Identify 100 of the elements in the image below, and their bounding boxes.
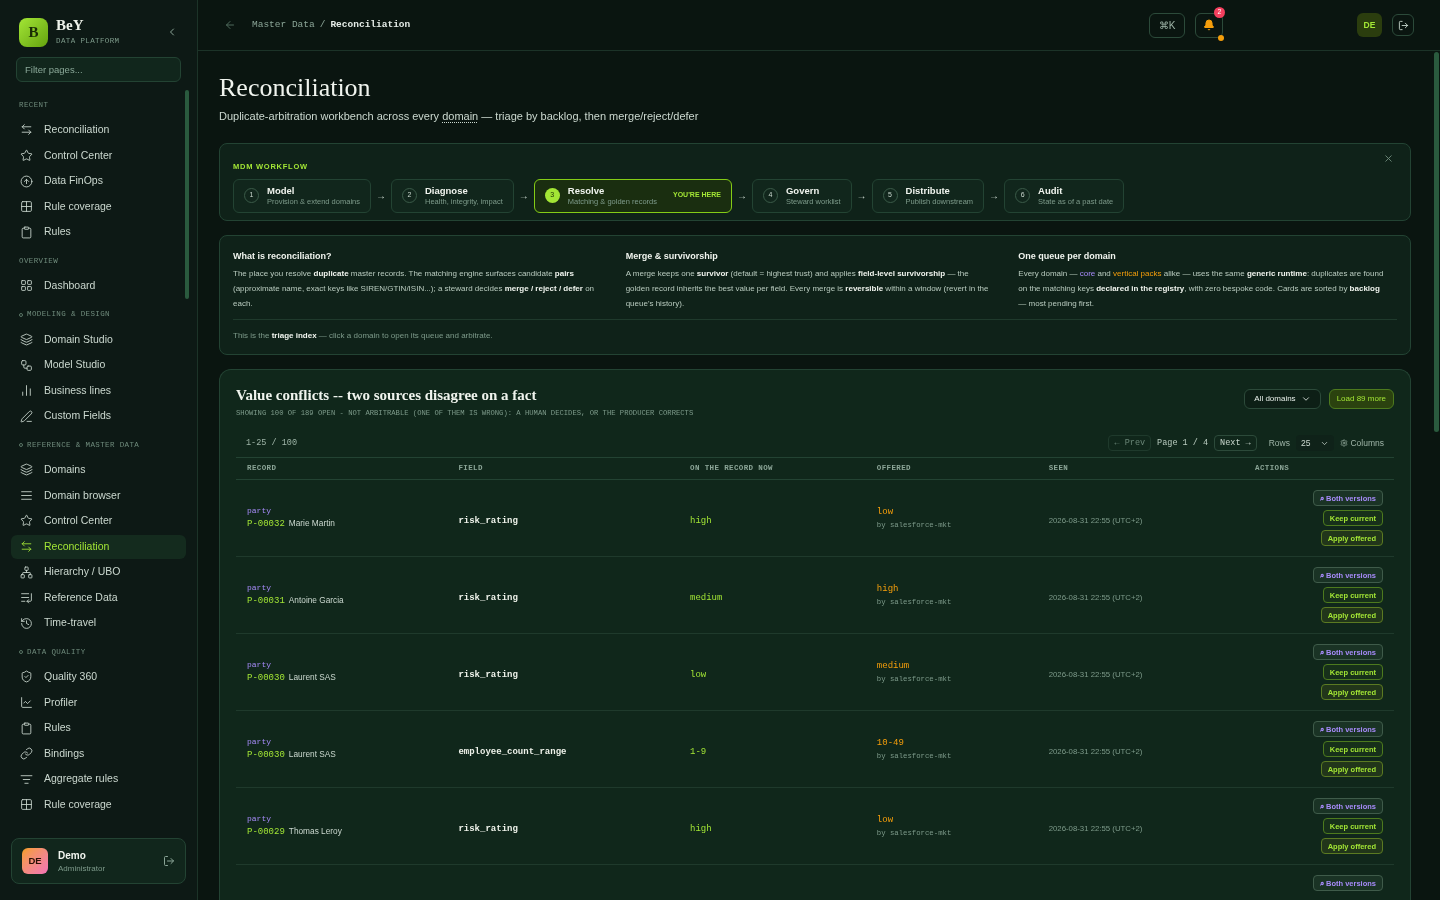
page-indicator: Page 1 / 4	[1157, 436, 1209, 450]
record-name: Laurent SAS	[288, 748, 336, 761]
logout-button[interactable]	[1392, 14, 1414, 36]
load-more-button[interactable]: Load 89 more	[1328, 389, 1394, 409]
chevron-down-icon	[1300, 394, 1311, 404]
sidebar-item[interactable]: Reconciliation	[11, 534, 186, 559]
star-icon	[20, 514, 33, 528]
filter-field[interactable]: Filter pages...	[16, 57, 181, 83]
record-id-link[interactable]: P-00031	[247, 595, 285, 609]
offered-value: high	[876, 583, 900, 597]
rows-select[interactable]: 25	[1296, 435, 1335, 452]
page-subtitle: Duplicate-arbitration workbench across every domain — triage by backlog, then merge/reject/defer	[219, 109, 700, 124]
current-value: low	[690, 670, 707, 681]
nodes-icon	[20, 358, 33, 372]
info-footer: This is the triage index — click a domain to open its queue and arbitrate.	[233, 330, 1397, 342]
user-role: Administrator	[58, 862, 106, 875]
user-name: Demo	[58, 848, 87, 863]
swap-arrows-icon	[20, 540, 33, 554]
sidebar-item[interactable]: Reference Data	[11, 585, 186, 610]
offered-value: low	[876, 814, 895, 828]
offered-value: 10-49	[876, 737, 905, 751]
sidebar-item[interactable]: Reconciliation	[11, 117, 186, 142]
field-name: risk_rating	[458, 824, 518, 835]
filter-icon	[20, 772, 33, 786]
dashboard-icon	[20, 279, 33, 293]
link-icon	[20, 747, 33, 761]
sidebar-item[interactable]: Dashboard	[11, 273, 186, 298]
record-id-link[interactable]: P-00030	[247, 749, 285, 763]
shield-check-icon	[20, 670, 33, 684]
sidebar-item[interactable]: Profiler	[11, 690, 186, 715]
logo: B	[19, 17, 48, 47]
grid-icon	[20, 200, 33, 214]
field-name: employee_count_range	[458, 747, 567, 758]
list-icon	[20, 591, 33, 605]
record-id-link[interactable]: P-00029	[247, 826, 285, 840]
range-label: 1-25 / 100	[246, 436, 297, 450]
hierarchy-icon	[20, 565, 33, 579]
sidebar-item[interactable]: Rules	[11, 716, 186, 741]
step-title: Govern	[785, 184, 821, 196]
step-arrow: →	[736, 189, 747, 203]
grid-icon	[20, 798, 33, 812]
entity-type: party	[247, 582, 272, 595]
logout-icon[interactable]	[163, 855, 175, 867]
field-name: risk_rating	[458, 516, 518, 527]
sidebar-item[interactable]: Business lines	[11, 378, 186, 403]
info-title: What is reconciliation?	[233, 249, 333, 263]
sidebar-item[interactable]: Time-travel	[11, 611, 186, 636]
offered-value: medium	[876, 660, 911, 674]
swap-arrows-icon	[20, 123, 33, 137]
header-avatar[interactable]: DE	[1357, 13, 1382, 37]
record-name: Thomas Leroy	[288, 825, 342, 838]
next-button[interactable]: Next →	[1214, 435, 1257, 452]
sidebar-item[interactable]: Custom Fields	[11, 404, 186, 429]
card-title: Value conflicts -- two sources disagree on a fact	[236, 386, 538, 405]
sidebar-item[interactable]: Domains	[11, 457, 186, 482]
current-value: high	[690, 516, 712, 527]
sidebar-item[interactable]: Rule coverage	[11, 194, 186, 219]
step-title: Audit	[1038, 184, 1064, 196]
current-value: high	[690, 824, 712, 835]
record-name: Laurent SAS	[288, 671, 336, 684]
record-id-link[interactable]: P-00030	[247, 672, 285, 686]
command-button[interactable]: ⌘K	[1149, 12, 1185, 38]
field-name: risk_rating	[458, 593, 518, 604]
pen-icon	[20, 409, 33, 423]
step-arrow: →	[375, 189, 386, 203]
clipboard-icon	[20, 721, 33, 735]
sidebar-item[interactable]: Model Studio	[11, 353, 186, 377]
sidebar-item[interactable]: Control Center	[11, 508, 186, 533]
clipboard-icon	[20, 225, 33, 239]
sidebar-item[interactable]: Hierarchy / UBO	[11, 560, 186, 585]
sidebar-item[interactable]: Rules	[11, 220, 186, 245]
list-icon	[20, 488, 33, 502]
sidebar-item[interactable]: Domain browser	[11, 483, 186, 508]
step-arrow: →	[856, 189, 867, 203]
sidebar-item[interactable]: Rule coverage	[11, 792, 186, 817]
record-id-link[interactable]: P-00032	[247, 518, 285, 532]
step-title: Model	[267, 184, 296, 196]
brand-name: BeY	[56, 17, 85, 33]
sidebar-item[interactable]: Bindings	[11, 741, 186, 766]
sidebar-item[interactable]: Data FinOps	[11, 169, 186, 194]
step-arrow: →	[989, 189, 1000, 203]
domain-select[interactable]: All domains	[1244, 389, 1321, 409]
sidebar-item[interactable]: Quality 360	[11, 664, 186, 689]
info-paragraph: A merge keeps one survivor (default = highest trust) and applies field-level survivorship — the golden record inherits the best value per field. Every merge is reversible within a window (revert in the queue's history).	[625, 268, 990, 310]
info-title: One queue per domain	[1018, 249, 1117, 263]
close-icon[interactable]	[1383, 152, 1394, 164]
layers-icon	[20, 463, 33, 477]
breadcrumb-link[interactable]: Master Data	[252, 17, 315, 33]
logout-icon	[1397, 19, 1409, 31]
bar-chart-icon	[20, 384, 33, 398]
step-title: Diagnose	[424, 184, 469, 196]
step-arrow: →	[518, 189, 529, 203]
info-paragraph: The place you resolve duplicate master records. The matching engine surfaces candidate pairs (approximate name, exact keys like SIREN/GTIN/ISIN...); a steward decides merge / reject / defer on each.	[233, 268, 596, 310]
sidebar-item[interactable]: Control Center	[11, 143, 186, 168]
current-value: medium	[690, 593, 723, 604]
sidebar-item[interactable]: Domain Studio	[11, 327, 186, 352]
sidebar-item[interactable]: Aggregate rules	[11, 767, 186, 792]
columns-button[interactable]: Columns	[1340, 436, 1384, 450]
breadcrumb-current: Reconciliation	[330, 17, 411, 32]
line-chart-icon	[20, 696, 33, 710]
